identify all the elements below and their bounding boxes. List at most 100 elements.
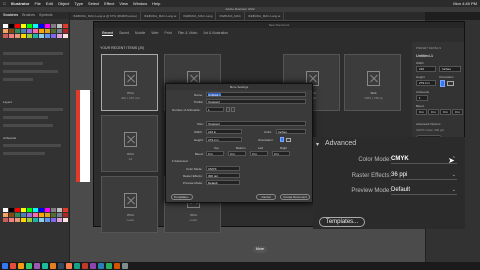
dock-app-icon[interactable] <box>42 263 48 269</box>
section-layers[interactable]: Layers <box>3 100 12 104</box>
tab-swatches[interactable]: Swatches <box>3 12 18 19</box>
color-swatch[interactable] <box>9 34 14 38</box>
tab-film-video[interactable]: Film & Video <box>178 31 198 36</box>
portrait-icon[interactable] <box>280 137 284 142</box>
profile-select[interactable]: [Custom] <box>206 99 306 104</box>
color-swatch[interactable] <box>3 24 8 28</box>
color-swatch[interactable] <box>51 218 56 222</box>
name-field[interactable]: Untitled-1 <box>206 92 306 97</box>
color-swatch[interactable] <box>57 218 62 222</box>
menu-app-name[interactable]: Illustrator <box>11 0 29 7</box>
tab-art-illustration[interactable]: Art & Illustration <box>203 31 228 36</box>
bleed-field[interactable]: 0 in <box>416 109 427 115</box>
templates-button[interactable]: Templates... <box>319 217 365 227</box>
color-swatch[interactable] <box>21 29 26 33</box>
bleed-field[interactable]: 0 in <box>428 109 439 115</box>
color-swatch[interactable] <box>33 34 38 38</box>
advanced-options-toggle[interactable]: Advanced Options <box>416 122 441 126</box>
color-swatch[interactable] <box>27 213 32 217</box>
color-swatch[interactable] <box>15 218 20 222</box>
color-swatch[interactable] <box>33 213 38 217</box>
color-swatch[interactable] <box>45 34 50 38</box>
color-swatch[interactable] <box>27 208 32 212</box>
color-swatch[interactable] <box>63 213 68 217</box>
color-swatch[interactable] <box>9 218 14 222</box>
color-swatch[interactable] <box>63 34 68 38</box>
menu-type[interactable]: Type <box>74 0 83 7</box>
doc-tab[interactable]: IKEBUDA_MAC-Lang.ai <box>141 12 181 20</box>
units-select[interactable]: Inches <box>276 129 306 134</box>
menu-effect[interactable]: Effect <box>104 0 114 7</box>
color-swatch[interactable] <box>39 24 44 28</box>
tab-recent[interactable]: Recent <box>102 31 114 36</box>
color-swatch[interactable] <box>9 24 14 28</box>
color-swatch[interactable] <box>9 29 14 33</box>
dock-app-icon[interactable] <box>50 263 56 269</box>
raster-effects-select[interactable]: 300 ppi <box>206 173 240 178</box>
color-swatch[interactable] <box>51 29 56 33</box>
color-swatch[interactable] <box>21 24 26 28</box>
menu-edit[interactable]: Edit <box>46 0 53 7</box>
color-swatch[interactable] <box>3 29 8 33</box>
dock-app-icon[interactable] <box>26 263 32 269</box>
more-button[interactable]: More <box>253 246 267 253</box>
dock-app-icon[interactable] <box>10 263 16 269</box>
color-swatch[interactable] <box>63 29 68 33</box>
color-swatch[interactable] <box>3 34 8 38</box>
preset-width-field[interactable]: 216 <box>416 66 436 72</box>
color-swatch[interactable] <box>15 213 20 217</box>
color-swatch[interactable] <box>21 213 26 217</box>
color-swatch[interactable] <box>3 208 8 212</box>
tab-brushes[interactable]: Brushes <box>22 12 35 19</box>
dock-app-icon[interactable] <box>82 263 88 269</box>
tab-mobile[interactable]: Mobile <box>135 31 145 36</box>
color-swatch[interactable] <box>63 24 68 28</box>
preset-units-select[interactable]: Inches <box>439 66 461 72</box>
preview-mode-select[interactable]: Default <box>206 180 240 185</box>
dock-app-icon[interactable] <box>66 263 72 269</box>
bleed-right-field[interactable]: 0 in <box>272 151 290 156</box>
color-swatch[interactable] <box>33 218 38 222</box>
cancel-button[interactable]: Cancel <box>256 194 276 200</box>
color-swatch[interactable] <box>51 34 56 38</box>
tab-symbols[interactable]: Symbols <box>39 12 52 19</box>
width-field[interactable]: 216 in <box>206 129 242 134</box>
color-swatch[interactable] <box>33 29 38 33</box>
section-artboards[interactable]: Artboards <box>3 136 16 140</box>
artboards-field[interactable]: 1 <box>206 107 224 112</box>
preset-tile[interactable]: Print Letter <box>101 176 158 233</box>
preset-height-field[interactable]: 279.4 in <box>416 80 436 86</box>
bleed-field[interactable]: 0 in <box>440 109 451 115</box>
preset-tile[interactable]: Web 1366 x 768 px <box>344 54 401 111</box>
dock-app-icon[interactable] <box>114 263 120 269</box>
dock-app-icon[interactable] <box>90 263 96 269</box>
artboard-row-icon[interactable] <box>231 107 235 112</box>
color-swatch[interactable] <box>3 218 8 222</box>
color-swatch[interactable] <box>15 24 20 28</box>
dock-app-icon[interactable] <box>18 263 24 269</box>
menu-select[interactable]: Select <box>88 0 99 7</box>
bleed-field[interactable]: 0 in <box>452 109 463 115</box>
color-swatch[interactable] <box>39 29 44 33</box>
preset-artboards-field[interactable]: 1 <box>416 95 428 101</box>
color-swatch[interactable] <box>27 24 32 28</box>
color-swatch[interactable] <box>27 34 32 38</box>
doc-tab[interactable]: IKEBUDA_MAC-Lang.ai <box>245 12 285 20</box>
dock-app-icon[interactable] <box>98 263 104 269</box>
height-field[interactable]: 279.4 in <box>206 137 242 142</box>
dock-app-icon[interactable] <box>58 263 64 269</box>
color-swatch[interactable] <box>3 213 8 217</box>
dock-app-icon[interactable] <box>74 263 80 269</box>
doc-tab[interactable]: IKEBUDA_MAC-Lang <box>180 12 217 20</box>
portrait-orientation-icon[interactable] <box>440 80 445 87</box>
advanced-toggle[interactable]: ▾ Advanced <box>172 159 188 163</box>
menu-view[interactable]: View <box>119 0 128 7</box>
color-swatch[interactable] <box>57 213 62 217</box>
dock-app-icon[interactable] <box>2 263 8 269</box>
bleed-left-field[interactable]: 0 in <box>250 151 268 156</box>
color-swatch[interactable] <box>39 208 44 212</box>
color-swatch[interactable] <box>15 34 20 38</box>
color-swatch[interactable] <box>57 208 62 212</box>
preview-mode-select[interactable]: Default ⌄ <box>391 185 457 195</box>
preset-tile[interactable]: Print A4 <box>101 115 158 172</box>
